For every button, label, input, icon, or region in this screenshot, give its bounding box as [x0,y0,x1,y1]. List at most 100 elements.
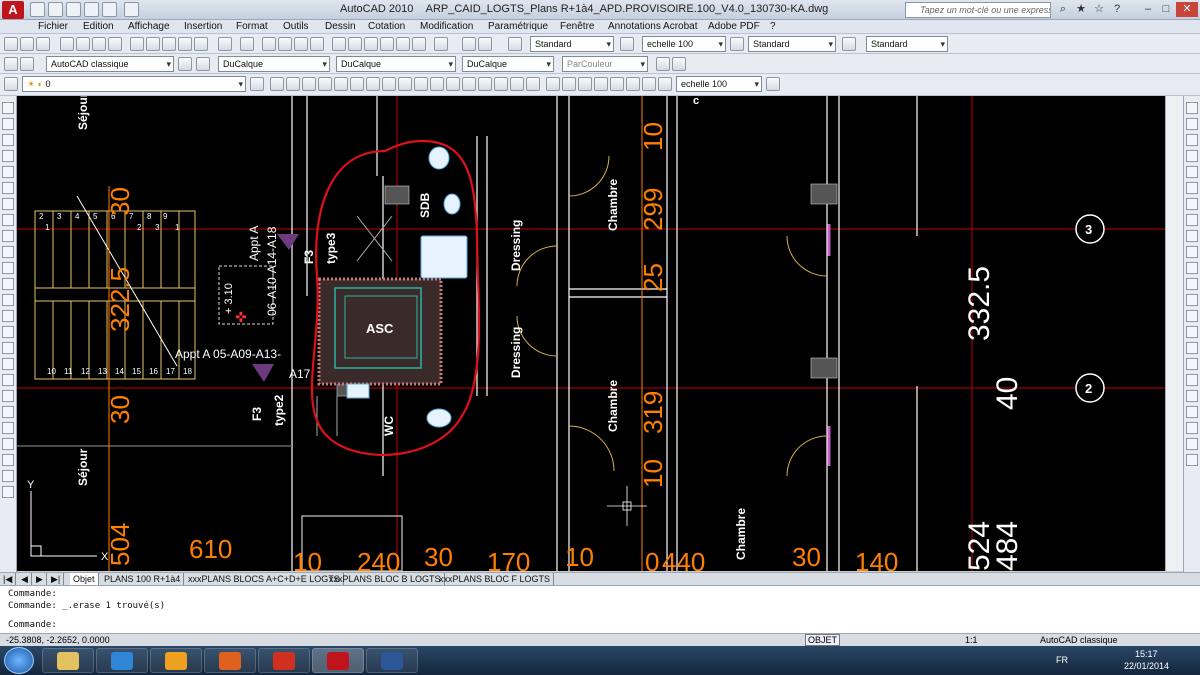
modify-scale-icon[interactable] [1186,214,1198,226]
linetype-select[interactable]: DuCalque [336,56,456,72]
draw-polygon-icon[interactable] [2,150,14,162]
modify-move-icon[interactable] [1186,182,1198,194]
draw-xline-icon[interactable] [2,118,14,130]
block-editor-icon[interactable] [194,37,208,51]
help-tool-icon[interactable] [434,37,448,51]
drawing-canvas[interactable]: 2 3 4 5 6 7 8 9 1 2 3 1 10 11 12 13 14 1… [17,96,1165,571]
modify-join-icon[interactable] [1186,294,1198,306]
color-select[interactable]: DuCalque [218,56,330,72]
tab-plans-100[interactable]: PLANS 100 R+1à4 [101,573,185,585]
modify-trim-icon[interactable] [1186,246,1198,258]
text-style-icon[interactable] [462,37,476,51]
modify-offset-icon[interactable] [1186,150,1198,162]
zoom-realtime-icon[interactable] [278,37,292,51]
draw-gradient-icon[interactable] [2,342,14,354]
word-taskbar-icon[interactable] [366,648,418,673]
language-indicator[interactable]: FR [1056,655,1068,665]
layer-previous-icon[interactable] [656,57,670,71]
circle-icon[interactable] [350,77,364,91]
search-icon[interactable]: ⌕ [1055,2,1071,17]
draw-insert-icon[interactable] [2,278,14,290]
tab-nav-next-icon[interactable]: ▶ [33,573,47,585]
polyline-icon[interactable] [286,77,300,91]
draw-ellipse-arc-icon[interactable] [2,262,14,274]
annotation-scale-icon[interactable] [766,77,780,91]
modify-measure-icon[interactable] [1186,454,1198,466]
lineweight-select[interactable]: DuCalque [462,56,554,72]
markup-icon[interactable] [396,37,410,51]
help-icon[interactable]: ? [1109,2,1125,17]
tab-plans-bloc-f[interactable]: xxxPLANS BLOC F LOGTS [436,573,555,585]
draw-donut-icon[interactable] [2,438,14,450]
layer-make-current-icon[interactable] [250,77,264,91]
modify-explode-icon[interactable] [1186,342,1198,354]
redo-tool-icon[interactable] [240,37,254,51]
open-icon[interactable] [20,37,34,51]
menu-format[interactable]: Format [236,21,268,32]
lock-icon[interactable] [196,57,210,71]
clock-time[interactable]: 15:17 [1135,649,1158,659]
dim-scale-select[interactable]: echelle 100 [642,36,726,52]
draw-hatch-icon[interactable] [2,326,14,338]
draw-pline-icon[interactable] [2,134,14,146]
clock-date[interactable]: 22/01/2014 [1124,661,1169,671]
mtext-icon[interactable] [526,77,540,91]
dim-angular-icon[interactable] [642,77,656,91]
save-icon[interactable] [36,37,50,51]
dim-aligned-icon[interactable] [562,77,576,91]
draw-block-icon[interactable] [2,294,14,306]
save-file-icon[interactable] [66,2,81,17]
app-taskbar-icon[interactable] [258,648,310,673]
polygon-icon[interactable] [302,77,316,91]
text-style-select[interactable]: Standard [530,36,614,52]
plot-style-select[interactable]: ParCouleur [562,56,648,72]
tab-nav-first-icon[interactable]: |◀ [0,573,17,585]
dim-linear-icon[interactable] [546,77,560,91]
workspace-status[interactable]: AutoCAD classique [1040,635,1118,645]
draw-region-icon[interactable] [2,358,14,370]
properties-icon[interactable] [332,37,346,51]
modify-pedit-icon[interactable] [1186,390,1198,402]
point-icon[interactable] [446,77,460,91]
draw-ellipse-icon[interactable] [2,246,14,258]
tab-nav-last-icon[interactable]: ▶| [48,573,65,585]
modify-rotate-icon[interactable] [1186,198,1198,210]
cut-icon[interactable] [130,37,144,51]
draw-wipeout-icon[interactable] [2,422,14,434]
menu-outils[interactable]: Outils [283,21,309,32]
copy-icon[interactable] [146,37,160,51]
layer-select[interactable]: ☀ ◐ 0 [22,76,246,92]
dim-style-select[interactable]: Standard [748,36,836,52]
modify-align-icon[interactable] [1186,422,1198,434]
draw-text-icon[interactable] [2,486,14,498]
menu-parametrique[interactable]: Paramétrique [488,21,548,32]
dim-radius-icon[interactable] [610,77,624,91]
explorer-taskbar-icon[interactable] [42,648,94,673]
layer-tool-icon[interactable] [4,57,18,71]
menu-annotations-acrobat[interactable]: Annotations Acrobat [608,21,698,32]
autocad-taskbar-icon[interactable] [312,648,364,673]
modify-break-icon[interactable] [1186,278,1198,290]
region-icon[interactable] [494,77,508,91]
redo-icon[interactable] [102,2,117,17]
pan-icon[interactable] [262,37,276,51]
quickcalc-icon[interactable] [412,37,426,51]
ie-taskbar-icon[interactable] [96,648,148,673]
draw-table-icon[interactable] [2,374,14,386]
menu-help[interactable]: ? [770,21,776,32]
modify-hatchedit-icon[interactable] [1186,406,1198,418]
preview-icon[interactable] [76,37,90,51]
new-file-icon[interactable] [30,2,45,17]
modify-divide-icon[interactable] [1186,438,1198,450]
dim-arc-icon[interactable] [578,77,592,91]
open-file-icon[interactable] [48,2,63,17]
modify-extend-icon[interactable] [1186,262,1198,274]
menu-dessin[interactable]: Dessin [325,21,356,32]
objet-toggle[interactable]: OBJET [805,634,841,646]
menu-adobe-pdf[interactable]: Adobe PDF [708,21,760,32]
print-icon[interactable] [124,2,139,17]
menu-modification[interactable]: Modification [420,21,473,32]
workspace-select[interactable]: AutoCAD classique [46,56,174,72]
menu-edition[interactable]: Edition [83,21,114,32]
draw-revcloud-icon[interactable] [2,214,14,226]
